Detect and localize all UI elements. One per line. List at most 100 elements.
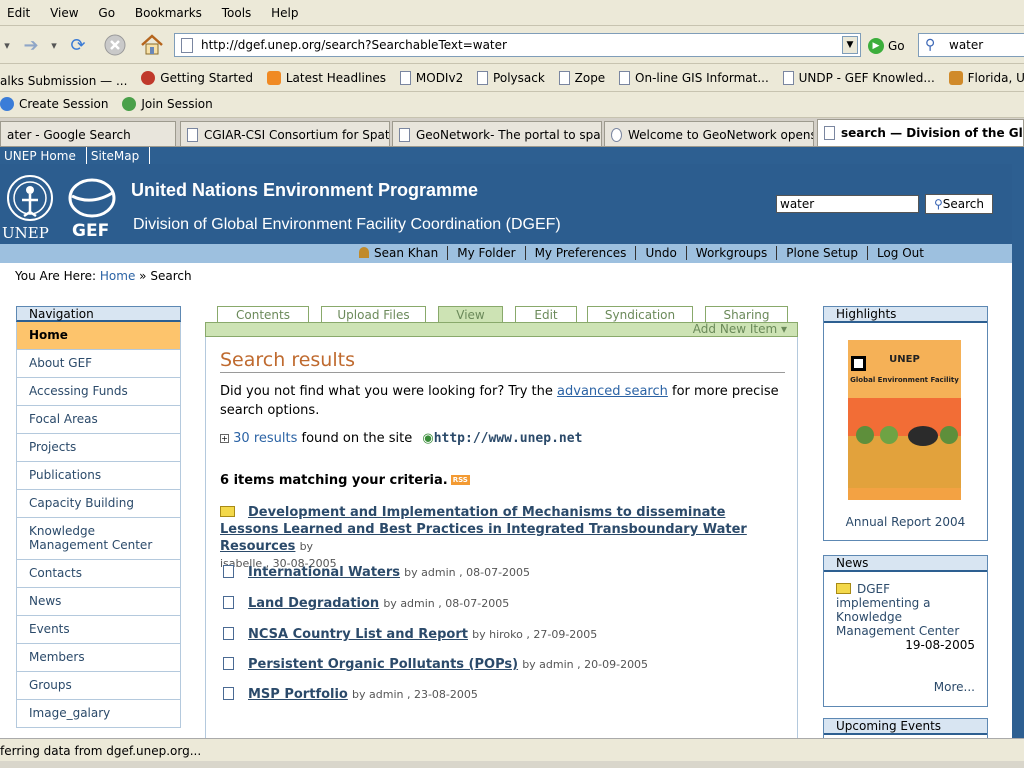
result-title-link[interactable]: NCSA Country List and Report	[248, 627, 468, 642]
bookmark-label: Latest Headlines	[285, 71, 387, 85]
document-icon	[223, 565, 234, 578]
match-count-text: 6 items matching your criteria.	[220, 473, 448, 488]
browser-tab[interactable]: CGIAR-CSI Consortium for Spati...	[180, 121, 390, 146]
bookmark-item[interactable]: UNDP - GEF Knowled...	[778, 64, 940, 85]
nav-item-events[interactable]: Events	[16, 616, 181, 644]
my-preferences-link[interactable]: My Preferences	[524, 246, 636, 260]
tab-upload-files[interactable]: Upload Files	[321, 306, 426, 323]
gef-logo-icon[interactable]: GEF	[66, 176, 122, 238]
menu-edit[interactable]: Edit	[0, 0, 39, 20]
home-icon[interactable]	[138, 32, 166, 58]
site-search-input[interactable]: water	[776, 195, 919, 213]
menu-go[interactable]: Go	[91, 0, 124, 20]
workgroups-link[interactable]: Workgroups	[685, 246, 777, 260]
bookmark-item[interactable]: On-line GIS Informat...	[614, 64, 774, 85]
tab-sharing[interactable]: Sharing	[705, 306, 788, 323]
result-title-link[interactable]: MSP Portfolio	[248, 687, 348, 702]
annual-report-cover[interactable]: UNEP Global Environment Facility	[848, 340, 961, 500]
log-out-link[interactable]: Log Out	[866, 246, 933, 260]
nav-item-focal-areas[interactable]: Focal Areas	[16, 406, 181, 434]
nav-item-about-gef[interactable]: About GEF	[16, 350, 181, 378]
session-icon	[0, 97, 14, 111]
create-session-button[interactable]: Create Session	[0, 92, 113, 111]
url-dropdown-icon[interactable]: ▼	[842, 36, 858, 54]
sitemap-link[interactable]: SiteMap	[87, 147, 151, 164]
nav-item-image-galary[interactable]: Image_galary	[16, 700, 181, 728]
menu-tools[interactable]: Tools	[215, 0, 261, 20]
plone-setup-link[interactable]: Plone Setup	[776, 246, 867, 260]
news-more-link[interactable]: More...	[934, 680, 975, 694]
nav-item-projects[interactable]: Projects	[16, 434, 181, 462]
bookmark-item[interactable]: Zope	[554, 64, 611, 85]
browser-tab[interactable]: Welcome to GeoNetwork openso...	[604, 121, 814, 146]
rss-icon[interactable]: RSS	[450, 475, 470, 485]
nav-item-knowledge-management[interactable]: Knowledge Management Center	[16, 518, 181, 560]
forward-dropdown-icon[interactable]: ▾	[48, 32, 60, 58]
stop-icon[interactable]	[102, 32, 128, 58]
result-item: MSP Portfolio by admin , 23-08-2005	[220, 687, 780, 702]
menu-bookmarks[interactable]: Bookmarks	[128, 0, 211, 20]
browser-tab-active[interactable]: search — Division of the Glo...	[817, 119, 1024, 146]
document-icon	[223, 627, 234, 640]
undo-link[interactable]: Undo	[635, 246, 686, 260]
bookmark-label: Florida, United State...	[967, 71, 1024, 85]
page-icon	[558, 71, 570, 85]
menu-view[interactable]: View	[43, 0, 87, 20]
url-bar[interactable]: http://dgef.unep.org/search?SearchableTe…	[174, 33, 861, 57]
go-button[interactable]: ▶ Go	[868, 34, 905, 58]
bookmark-item[interactable]: MODIv2	[395, 64, 468, 85]
nav-item-capacity-building[interactable]: Capacity Building	[16, 490, 181, 518]
bookmark-item[interactable]: Getting Started	[136, 64, 258, 85]
my-folder-link[interactable]: My Folder	[447, 246, 525, 260]
tab-label: Welcome to GeoNetwork openso...	[628, 128, 813, 142]
advanced-search-link[interactable]: advanced search	[557, 384, 668, 399]
tab-edit[interactable]: Edit	[515, 306, 577, 323]
nav-item-accessing-funds[interactable]: Accessing Funds	[16, 378, 181, 406]
user-link[interactable]: Sean Khan	[350, 246, 447, 260]
document-icon	[223, 687, 234, 700]
bookmark-item[interactable]: alks Submission — ...	[0, 67, 132, 88]
nav-item-groups[interactable]: Groups	[16, 672, 181, 700]
go-arrow-icon: ▶	[868, 38, 884, 54]
page-icon	[477, 71, 489, 85]
site-results-link[interactable]: results	[254, 431, 298, 446]
unep-logo-icon[interactable]: UNEP	[2, 172, 62, 242]
tab-contents[interactable]: Contents	[217, 306, 309, 323]
status-bar: ferring data from dgef.unep.org...	[0, 738, 1024, 768]
browser-tab[interactable]: ater - Google Search	[0, 121, 176, 146]
nav-item-home[interactable]: Home	[16, 322, 181, 350]
site-results-count[interactable]: 30	[233, 431, 250, 446]
tab-view[interactable]: View	[438, 306, 503, 323]
forward-icon[interactable]: ➔	[18, 32, 44, 58]
result-title-link[interactable]: Persistent Organic Pollutants (POPs)	[248, 657, 518, 672]
nav-item-news[interactable]: News	[16, 588, 181, 616]
match-heading: 6 items matching your criteria. RSS	[220, 473, 470, 488]
back-dropdown-icon[interactable]: ▾	[0, 32, 14, 58]
reload-icon[interactable]: ⟳	[64, 32, 92, 58]
nav-item-members[interactable]: Members	[16, 644, 181, 672]
browser-tab[interactable]: GeoNetwork- The portal to spati...	[392, 121, 602, 146]
nav-item-publications[interactable]: Publications	[16, 462, 181, 490]
bookmark-item[interactable]: Polysack	[472, 64, 550, 85]
join-session-button[interactable]: Join Session	[117, 92, 217, 111]
site-url-link[interactable]: http://www.unep.net	[434, 431, 583, 446]
annual-report-link[interactable]: Annual Report 2004	[824, 515, 987, 529]
bookmark-item[interactable]: Florida, United State...	[944, 64, 1024, 85]
nav-item-contacts[interactable]: Contacts	[16, 560, 181, 588]
tab-label: CGIAR-CSI Consortium for Spati...	[204, 128, 390, 142]
collab-toolbar: Create Session Join Session	[0, 92, 1024, 118]
site-search-button[interactable]: ⚲Search	[925, 194, 993, 214]
bookmark-item[interactable]: Latest Headlines	[262, 64, 391, 85]
breadcrumb: You Are Here: Home » Search	[15, 269, 192, 283]
browser-search-box[interactable]: ⚲ water	[918, 33, 1024, 57]
breadcrumb-home-link[interactable]: Home	[100, 269, 135, 283]
news-item[interactable]: DGEF implementing a Knowledge Management…	[836, 582, 975, 638]
result-title-link[interactable]: Land Degradation	[248, 596, 379, 611]
add-new-item-menu[interactable]: Add New Item ▾	[205, 322, 798, 337]
expand-icon[interactable]: +	[220, 434, 229, 443]
menu-help[interactable]: Help	[264, 0, 307, 20]
unep-home-link[interactable]: UNEP Home	[0, 147, 87, 164]
result-title-link[interactable]: International Waters	[248, 565, 400, 580]
tab-syndication[interactable]: Syndication	[587, 306, 693, 323]
folder-icon	[220, 506, 235, 517]
